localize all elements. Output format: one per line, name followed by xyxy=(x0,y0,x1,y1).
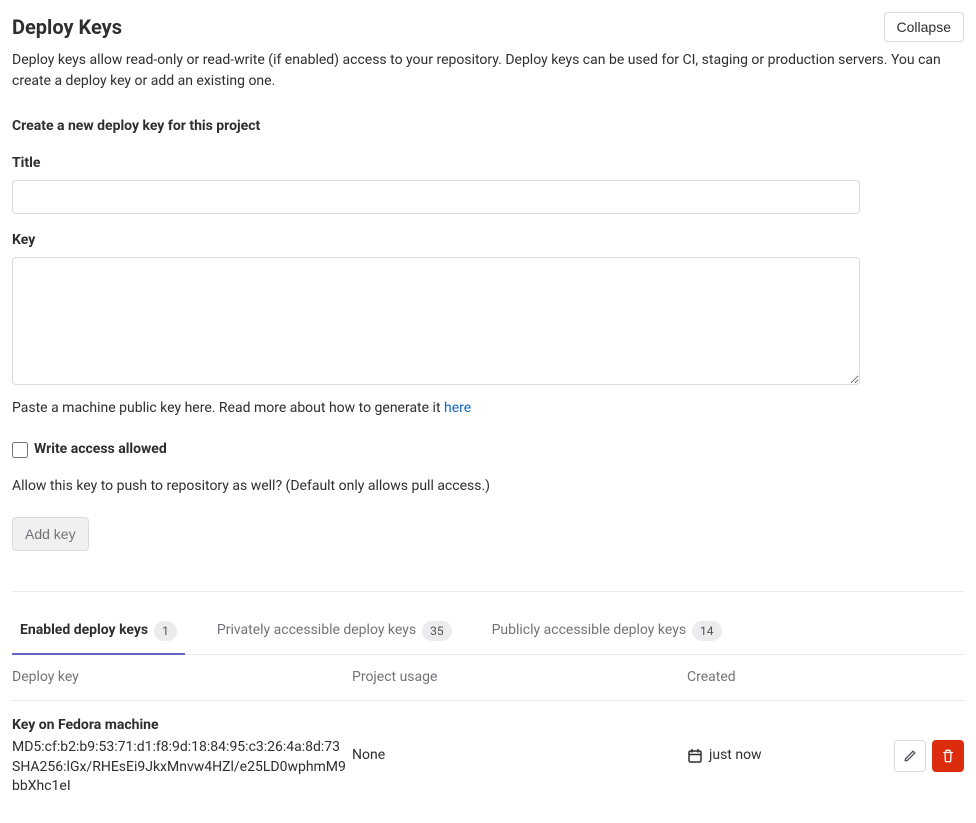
col-header-usage: Project usage xyxy=(352,667,687,688)
tab-label: Publicly accessible deploy keys xyxy=(492,620,686,641)
write-access-label[interactable]: Write access allowed xyxy=(34,439,167,460)
tabs: Enabled deploy keys 1 Privately accessib… xyxy=(12,608,964,655)
key-md5: MD5:cf:b2:b9:53:71:d1:f8:9d:18:84:95:c3:… xyxy=(12,738,352,758)
tab-enabled-keys[interactable]: Enabled deploy keys 1 xyxy=(12,608,185,655)
delete-button[interactable] xyxy=(932,740,964,772)
divider xyxy=(12,591,964,592)
tab-badge: 35 xyxy=(422,621,452,641)
key-help-link[interactable]: here xyxy=(444,400,471,416)
tab-private-keys[interactable]: Privately accessible deploy keys 35 xyxy=(209,608,460,655)
table-header: Deploy key Project usage Created xyxy=(12,655,964,701)
key-sha256: SHA256:lGx/RHEsEi9JkxMnvw4HZl/e25LD0wphm… xyxy=(12,758,352,797)
write-access-checkbox[interactable] xyxy=(12,442,28,458)
tab-badge: 1 xyxy=(154,621,177,641)
key-label: Key xyxy=(12,230,964,251)
calendar-icon xyxy=(687,748,703,764)
col-header-key: Deploy key xyxy=(12,667,352,688)
key-usage: None xyxy=(352,745,687,766)
tab-label: Privately accessible deploy keys xyxy=(217,620,416,641)
col-header-created: Created xyxy=(687,667,787,688)
write-access-help: Allow this key to push to repository as … xyxy=(12,476,964,497)
pencil-icon xyxy=(903,749,917,763)
key-help-text: Paste a machine public key here. Read mo… xyxy=(12,398,964,419)
table-row: Key on Fedora machine MD5:cf:b2:b9:53:71… xyxy=(12,701,964,811)
title-label: Title xyxy=(12,153,964,174)
edit-button[interactable] xyxy=(894,740,926,772)
tab-public-keys[interactable]: Publicly accessible deploy keys 14 xyxy=(484,608,730,655)
section-description: Deploy keys allow read-only or read-writ… xyxy=(12,50,964,92)
key-title: Key on Fedora machine xyxy=(12,715,352,736)
trash-icon xyxy=(941,749,955,763)
tab-badge: 14 xyxy=(692,621,722,641)
title-input[interactable] xyxy=(12,180,860,214)
page-title: Deploy Keys xyxy=(12,12,122,42)
tab-label: Enabled deploy keys xyxy=(20,620,148,641)
key-textarea[interactable] xyxy=(12,257,860,385)
form-subtitle: Create a new deploy key for this project xyxy=(12,116,964,137)
collapse-button[interactable]: Collapse xyxy=(884,12,964,42)
key-created: just now xyxy=(709,745,762,766)
add-key-button[interactable]: Add key xyxy=(12,517,89,551)
